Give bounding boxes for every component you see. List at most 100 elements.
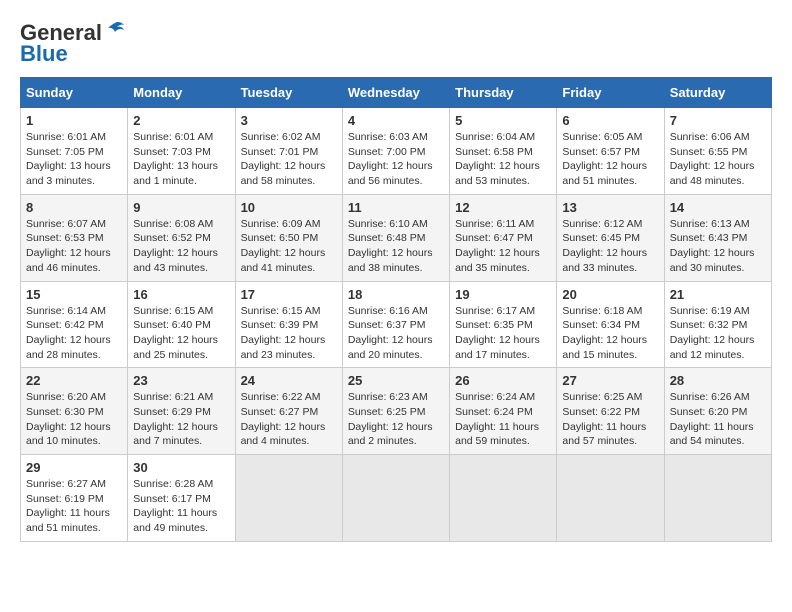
calendar-cell bbox=[450, 455, 557, 542]
calendar-cell: 25 Sunrise: 6:23 AMSunset: 6:25 PMDayligh… bbox=[342, 368, 449, 455]
day-number: 19 bbox=[455, 287, 551, 302]
header-thursday: Thursday bbox=[450, 78, 557, 108]
sunrise-text: Sunrise: 6:15 AMSunset: 6:40 PMDaylight:… bbox=[133, 305, 218, 361]
sunrise-text: Sunrise: 6:21 AMSunset: 6:29 PMDaylight:… bbox=[133, 391, 218, 447]
day-number: 9 bbox=[133, 200, 229, 215]
calendar-week-row: 8Sunrise: 6:07 AMSunset: 6:53 PMDaylight… bbox=[21, 194, 772, 281]
day-number: 7 bbox=[670, 113, 766, 128]
calendar-week-row: 29 Sunrise: 6:27 AMSunset: 6:19 PMDayligh… bbox=[21, 455, 772, 542]
calendar-cell bbox=[664, 455, 771, 542]
calendar-cell: 26 Sunrise: 6:24 AMSunset: 6:24 PMDayligh… bbox=[450, 368, 557, 455]
header-sunday: Sunday bbox=[21, 78, 128, 108]
sunrise-text: Sunrise: 6:01 AMSunset: 7:03 PMDaylight:… bbox=[133, 131, 218, 187]
calendar-cell: 7 Sunrise: 6:06 AMSunset: 6:55 PMDaylight… bbox=[664, 108, 771, 195]
day-number: 25 bbox=[348, 373, 444, 388]
sunrise-text: Sunrise: 6:02 AMSunset: 7:01 PMDaylight:… bbox=[241, 131, 326, 187]
calendar-cell: 11 Sunrise: 6:10 AMSunset: 6:48 PMDayligh… bbox=[342, 194, 449, 281]
calendar-table: SundayMondayTuesdayWednesdayThursdayFrid… bbox=[20, 77, 772, 542]
day-number: 26 bbox=[455, 373, 551, 388]
sunrise-text: Sunrise: 6:18 AMSunset: 6:34 PMDaylight:… bbox=[562, 305, 647, 361]
calendar-cell: 20Sunrise: 6:18 AMSunset: 6:34 PMDayligh… bbox=[557, 281, 664, 368]
calendar-cell: 2 Sunrise: 6:01 AMSunset: 7:03 PMDaylight… bbox=[128, 108, 235, 195]
calendar-cell: 15Sunrise: 6:14 AMSunset: 6:42 PMDayligh… bbox=[21, 281, 128, 368]
header-tuesday: Tuesday bbox=[235, 78, 342, 108]
calendar-cell: 21 Sunrise: 6:19 AMSunset: 6:32 PMDayligh… bbox=[664, 281, 771, 368]
header-saturday: Saturday bbox=[664, 78, 771, 108]
day-number: 1 bbox=[26, 113, 122, 128]
day-number: 23 bbox=[133, 373, 229, 388]
calendar-cell: 27 Sunrise: 6:25 AMSunset: 6:22 PMDayligh… bbox=[557, 368, 664, 455]
calendar-cell: 8Sunrise: 6:07 AMSunset: 6:53 PMDaylight… bbox=[21, 194, 128, 281]
calendar-cell bbox=[342, 455, 449, 542]
sunrise-text: Sunrise: 6:16 AMSunset: 6:37 PMDaylight:… bbox=[348, 305, 433, 361]
sunrise-text: Sunrise: 6:13 AMSunset: 6:43 PMDaylight:… bbox=[670, 218, 755, 274]
day-number: 21 bbox=[670, 287, 766, 302]
day-number: 4 bbox=[348, 113, 444, 128]
day-number: 30 bbox=[133, 460, 229, 475]
calendar-cell: 17Sunrise: 6:15 AMSunset: 6:39 PMDayligh… bbox=[235, 281, 342, 368]
sunrise-text: Sunrise: 6:26 AMSunset: 6:20 PMDaylight:… bbox=[670, 391, 754, 447]
day-number: 3 bbox=[241, 113, 337, 128]
calendar-cell: 6 Sunrise: 6:05 AMSunset: 6:57 PMDaylight… bbox=[557, 108, 664, 195]
calendar-cell: 30Sunrise: 6:28 AMSunset: 6:17 PMDayligh… bbox=[128, 455, 235, 542]
sunrise-text: Sunrise: 6:25 AMSunset: 6:22 PMDaylight:… bbox=[562, 391, 646, 447]
calendar-cell: 23 Sunrise: 6:21 AMSunset: 6:29 PMDayligh… bbox=[128, 368, 235, 455]
page-header: General Blue bbox=[20, 20, 772, 67]
calendar-cell: 28 Sunrise: 6:26 AMSunset: 6:20 PMDayligh… bbox=[664, 368, 771, 455]
sunrise-text: Sunrise: 6:09 AMSunset: 6:50 PMDaylight:… bbox=[241, 218, 326, 274]
sunrise-text: Sunrise: 6:19 AMSunset: 6:32 PMDaylight:… bbox=[670, 305, 755, 361]
sunrise-text: Sunrise: 6:04 AMSunset: 6:58 PMDaylight:… bbox=[455, 131, 540, 187]
day-number: 12 bbox=[455, 200, 551, 215]
header-friday: Friday bbox=[557, 78, 664, 108]
calendar-week-row: 22 Sunrise: 6:20 AMSunset: 6:30 PMDayligh… bbox=[21, 368, 772, 455]
header-monday: Monday bbox=[128, 78, 235, 108]
calendar-cell bbox=[235, 455, 342, 542]
day-number: 14 bbox=[670, 200, 766, 215]
sunrise-text: Sunrise: 6:12 AMSunset: 6:45 PMDaylight:… bbox=[562, 218, 647, 274]
day-number: 5 bbox=[455, 113, 551, 128]
sunrise-text: Sunrise: 6:11 AMSunset: 6:47 PMDaylight:… bbox=[455, 218, 540, 274]
calendar-cell: 13 Sunrise: 6:12 AMSunset: 6:45 PMDayligh… bbox=[557, 194, 664, 281]
sunrise-text: Sunrise: 6:08 AMSunset: 6:52 PMDaylight:… bbox=[133, 218, 218, 274]
calendar-week-row: 15Sunrise: 6:14 AMSunset: 6:42 PMDayligh… bbox=[21, 281, 772, 368]
day-number: 22 bbox=[26, 373, 122, 388]
day-number: 11 bbox=[348, 200, 444, 215]
sunrise-text: Sunrise: 6:14 AMSunset: 6:42 PMDaylight:… bbox=[26, 305, 111, 361]
sunrise-text: Sunrise: 6:27 AMSunset: 6:19 PMDaylight:… bbox=[26, 478, 110, 534]
calendar-cell: 9 Sunrise: 6:08 AMSunset: 6:52 PMDaylight… bbox=[128, 194, 235, 281]
logo-bird-icon bbox=[104, 21, 126, 41]
header-wednesday: Wednesday bbox=[342, 78, 449, 108]
sunrise-text: Sunrise: 6:24 AMSunset: 6:24 PMDaylight:… bbox=[455, 391, 539, 447]
sunrise-text: Sunrise: 6:22 AMSunset: 6:27 PMDaylight:… bbox=[241, 391, 326, 447]
day-number: 27 bbox=[562, 373, 658, 388]
day-number: 13 bbox=[562, 200, 658, 215]
calendar-cell: 19 Sunrise: 6:17 AMSunset: 6:35 PMDayligh… bbox=[450, 281, 557, 368]
calendar-cell: 14 Sunrise: 6:13 AMSunset: 6:43 PMDayligh… bbox=[664, 194, 771, 281]
sunrise-text: Sunrise: 6:23 AMSunset: 6:25 PMDaylight:… bbox=[348, 391, 433, 447]
day-number: 2 bbox=[133, 113, 229, 128]
day-number: 28 bbox=[670, 373, 766, 388]
logo-blue-text: Blue bbox=[20, 41, 68, 67]
day-number: 18 bbox=[348, 287, 444, 302]
day-number: 8 bbox=[26, 200, 122, 215]
calendar-cell: 18 Sunrise: 6:16 AMSunset: 6:37 PMDayligh… bbox=[342, 281, 449, 368]
day-number: 29 bbox=[26, 460, 122, 475]
calendar-week-row: 1 Sunrise: 6:01 AMSunset: 7:05 PMDaylight… bbox=[21, 108, 772, 195]
calendar-cell: 29 Sunrise: 6:27 AMSunset: 6:19 PMDayligh… bbox=[21, 455, 128, 542]
sunrise-text: Sunrise: 6:17 AMSunset: 6:35 PMDaylight:… bbox=[455, 305, 540, 361]
calendar-cell: 22 Sunrise: 6:20 AMSunset: 6:30 PMDayligh… bbox=[21, 368, 128, 455]
sunrise-text: Sunrise: 6:20 AMSunset: 6:30 PMDaylight:… bbox=[26, 391, 111, 447]
logo: General Blue bbox=[20, 20, 126, 67]
sunrise-text: Sunrise: 6:01 AMSunset: 7:05 PMDaylight:… bbox=[26, 131, 111, 187]
sunrise-text: Sunrise: 6:05 AMSunset: 6:57 PMDaylight:… bbox=[562, 131, 647, 187]
sunrise-text: Sunrise: 6:10 AMSunset: 6:48 PMDaylight:… bbox=[348, 218, 433, 274]
calendar-cell: 24Sunrise: 6:22 AMSunset: 6:27 PMDayligh… bbox=[235, 368, 342, 455]
sunrise-text: Sunrise: 6:06 AMSunset: 6:55 PMDaylight:… bbox=[670, 131, 755, 187]
sunrise-text: Sunrise: 6:15 AMSunset: 6:39 PMDaylight:… bbox=[241, 305, 326, 361]
day-number: 10 bbox=[241, 200, 337, 215]
calendar-cell: 5 Sunrise: 6:04 AMSunset: 6:58 PMDaylight… bbox=[450, 108, 557, 195]
calendar-cell: 3 Sunrise: 6:02 AMSunset: 7:01 PMDaylight… bbox=[235, 108, 342, 195]
day-number: 6 bbox=[562, 113, 658, 128]
day-number: 16 bbox=[133, 287, 229, 302]
calendar-cell: 4Sunrise: 6:03 AMSunset: 7:00 PMDaylight… bbox=[342, 108, 449, 195]
